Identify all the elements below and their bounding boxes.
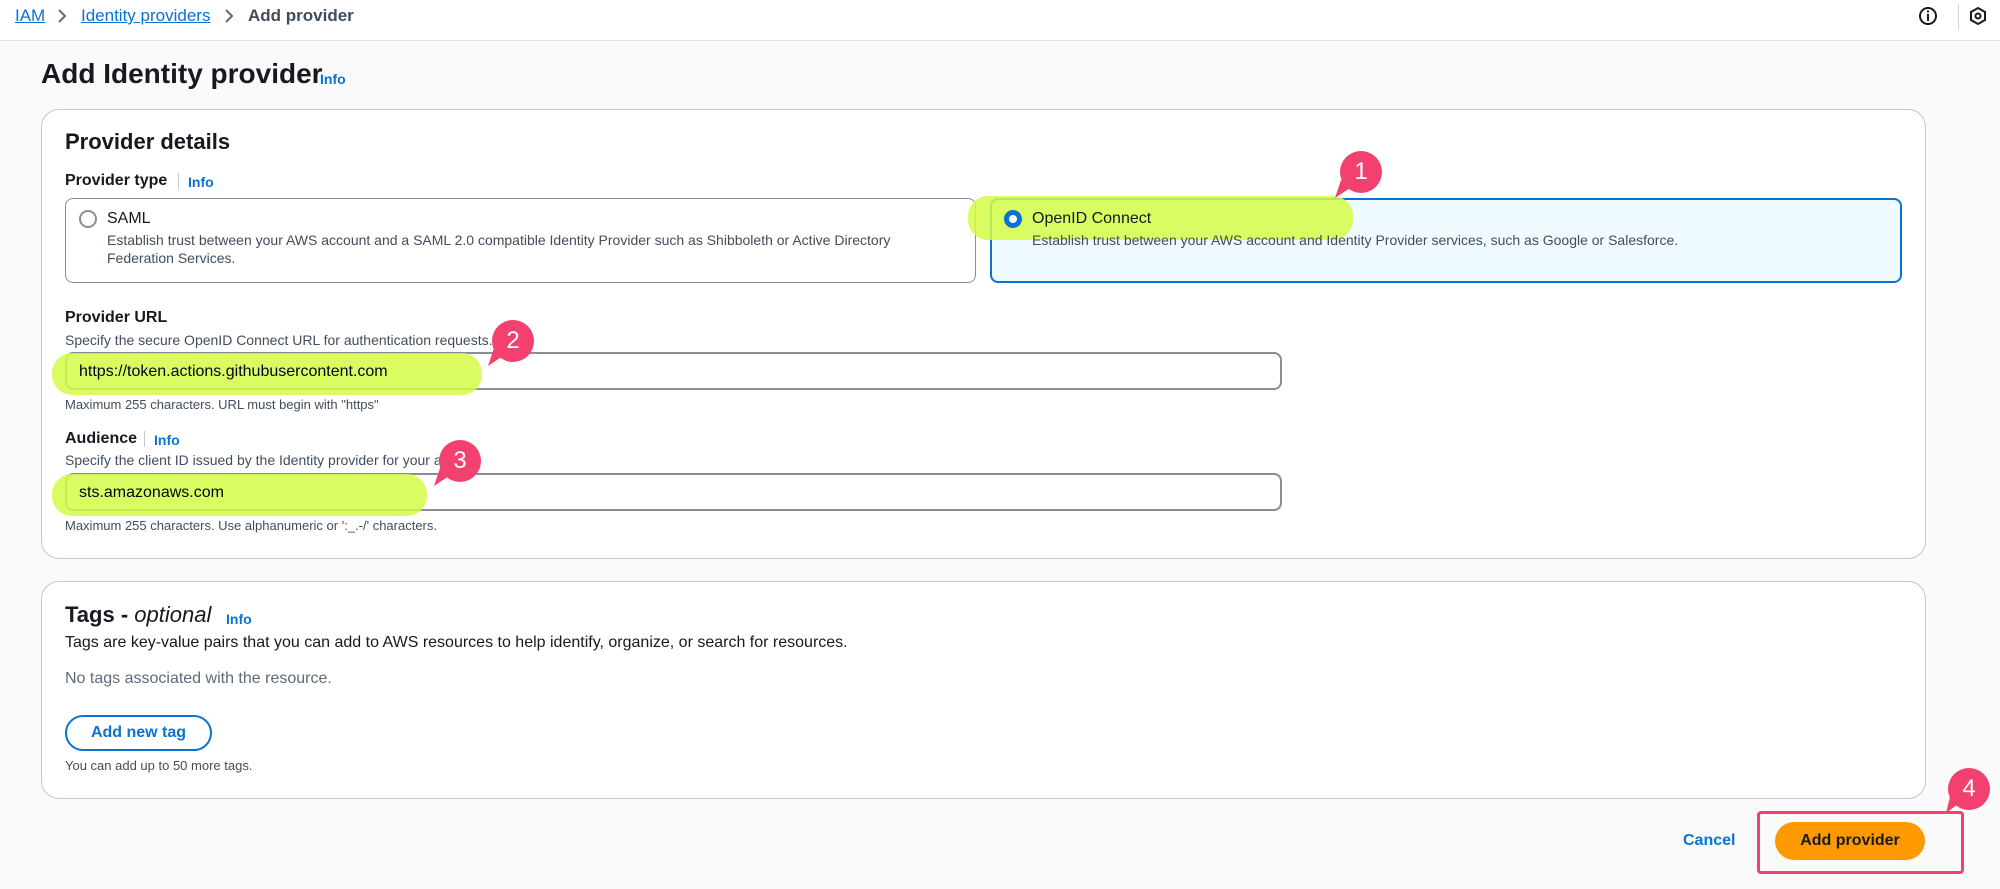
top-bar: IAM Identity providers Add provider (0, 0, 2000, 41)
callout-number: 1 (1354, 158, 1368, 185)
chevron-right-icon (58, 9, 67, 23)
audience-description: Specify the client ID issued by the Iden… (65, 452, 455, 468)
callout-number: 3 (453, 447, 467, 474)
tags-info-link[interactable]: Info (226, 610, 252, 628)
breadcrumb-iam-link[interactable]: IAM (15, 5, 45, 27)
callout-number: 2 (506, 327, 520, 354)
provider-type-label: Provider type (65, 172, 168, 189)
chevron-right-icon (225, 9, 234, 23)
tags-empty-text: No tags associated with the resource. (65, 670, 332, 687)
breadcrumb-identity-providers-link[interactable]: Identity providers (81, 5, 210, 27)
saml-option-description: Establish trust between your AWS account… (107, 232, 891, 266)
tags-container (41, 581, 1926, 799)
callout-tail (434, 468, 452, 486)
callout-tail (1946, 797, 1962, 813)
saml-radio[interactable] (79, 210, 97, 228)
tags-description: Tags are key-value pairs that you can ad… (65, 634, 848, 651)
page-title: Add Identity provider (41, 58, 323, 89)
audience-label: Audience (65, 430, 138, 447)
audience-value: sts.amazonaws.com (79, 484, 224, 501)
audience-constraint: Maximum 255 characters. Use alphanumeric… (65, 518, 437, 533)
callout-tail (1335, 180, 1353, 198)
provider-url-constraint: Maximum 255 characters. URL must begin w… (65, 397, 379, 412)
info-circle-icon[interactable] (1918, 6, 1938, 26)
provider-url-label: Provider URL (65, 309, 168, 326)
provider-type-info-link[interactable]: Info (188, 173, 214, 191)
provider-url-value: https://token.actions.githubusercontent.… (79, 363, 388, 380)
saml-option-title: SAML (107, 210, 151, 227)
add-new-tag-button[interactable]: Add new tag (65, 715, 212, 751)
cancel-button[interactable]: Cancel (1683, 831, 1735, 851)
tags-heading: Tags - optional (65, 601, 211, 629)
openid-connect-radio[interactable] (1004, 210, 1022, 228)
audience-info-link[interactable]: Info (154, 431, 180, 449)
page-info-link[interactable]: Info (320, 70, 346, 88)
tags-limit-text: You can add up to 50 more tags. (65, 758, 253, 773)
provider-url-description: Specify the secure OpenID Connect URL fo… (65, 332, 493, 348)
add-provider-button[interactable]: Add provider (1775, 822, 1925, 860)
provider-details-heading: Provider details (65, 129, 231, 154)
tags-heading-optional: optional (134, 602, 212, 627)
breadcrumb-current: Add provider (248, 6, 354, 25)
divider (178, 173, 179, 189)
callout-tail (488, 348, 506, 366)
divider (1958, 4, 1959, 30)
tags-heading-text: Tags - (65, 602, 135, 627)
divider (144, 431, 145, 447)
openid-connect-option-description: Establish trust between your AWS account… (1032, 232, 1679, 248)
openid-connect-option-title: OpenID Connect (1032, 210, 1152, 227)
hexagon-settings-icon[interactable] (1968, 6, 1988, 26)
